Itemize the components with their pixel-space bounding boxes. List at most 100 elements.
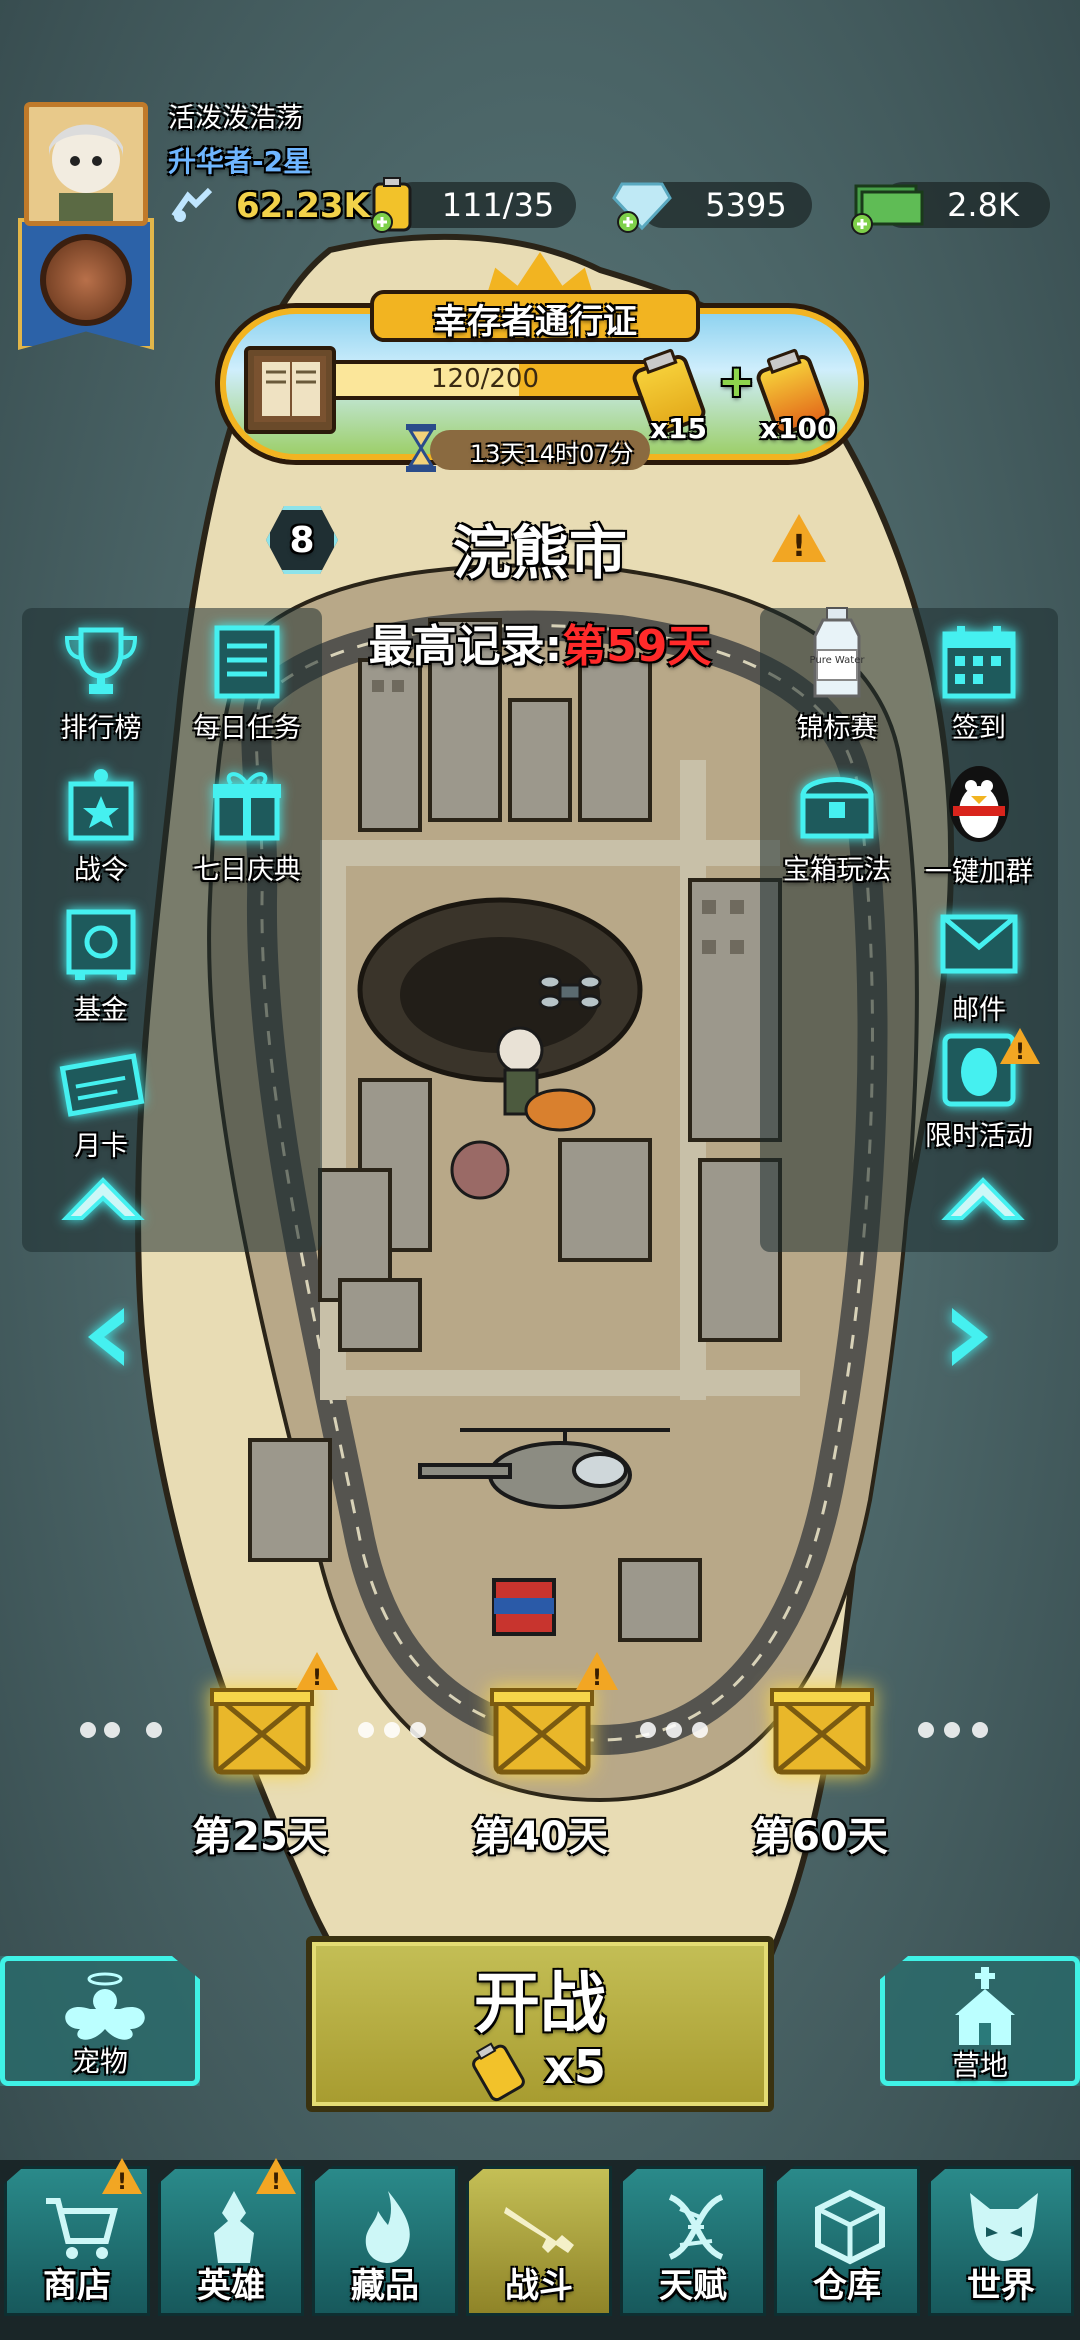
milestone-label: 第25天 [192,1814,328,1860]
feature-label: 签到 [952,713,1006,744]
tab-world[interactable]: 世界 [928,2166,1074,2316]
next-city-arrow[interactable] [946,1302,998,1372]
plus-icon: + [718,356,755,407]
penguin-icon [931,756,1027,846]
progress-dot [944,1722,960,1738]
feature-fund[interactable]: 基金 [26,904,176,1027]
milestone-crate-icon[interactable] [490,1682,594,1778]
energy-value: 111/35 [441,186,555,224]
pass-timer: 13天14时07分 [470,440,634,468]
book-icon [244,346,336,434]
progress-dot [918,1722,934,1738]
tab-label: 战斗 [505,2266,573,2306]
reward1-multiplier: x15 [650,412,708,445]
tab-label: 英雄 [197,2266,265,2306]
feature-tournament[interactable]: Pure Water 锦标赛 [762,606,912,745]
pass-progress-text: 120/200 [430,364,539,394]
treasure-chest-icon [789,764,885,844]
record-prefix: 最高记录: [368,621,563,672]
tab-label: 仓库 [813,2266,881,2306]
prev-city-arrow[interactable] [78,1302,130,1372]
feature-label: 锦标赛 [796,713,878,744]
progress-dot [80,1722,96,1738]
feature-label: 每日任务 [193,713,301,744]
demon-icon [970,2193,1038,2261]
hero-icon [214,2191,254,2263]
progress-dot [358,1722,374,1738]
feature-label: 七日庆典 [193,855,301,886]
gift-icon [199,764,295,844]
ticket-icon [53,1040,149,1120]
milestone-crate-icon[interactable] [210,1682,314,1778]
mail-icon [931,904,1027,984]
feature-monthly-card[interactable]: 月卡 [26,1040,176,1163]
feature-label: 排行榜 [60,713,142,744]
progress-dot [692,1722,708,1738]
feature-leaderboard[interactable]: 排行榜 [26,622,176,745]
progress-dot [972,1722,988,1738]
trophy-icon [53,622,149,702]
feature-label: 邮件 [952,995,1006,1026]
cash-icon [848,176,924,240]
task-list-icon [199,622,295,702]
city-name: 浣熊市 [452,519,627,587]
flame-icon [365,2191,410,2263]
feature-label: 限时活动 [925,1121,1033,1152]
feature-seven-day-festival[interactable]: 七日庆典 [172,764,322,887]
tab-label: 世界 [967,2266,1035,2306]
power-value: 62.23K [236,186,370,226]
energy-pill[interactable]: 111/35 [390,182,576,228]
milestone-label: 第60天 [752,1814,888,1860]
tab-collection[interactable]: 藏品 [312,2166,458,2316]
tab-battle[interactable]: 战斗 [466,2166,612,2316]
milestone-label: 第40天 [472,1814,608,1860]
battle-pass-icon [53,764,149,844]
tab-talent[interactable]: 天赋 [620,2166,766,2316]
feature-mail[interactable]: 邮件 [904,904,1054,1027]
feature-sign-in[interactable]: 签到 [904,622,1054,745]
cart-icon [46,2198,118,2259]
feature-label: 一键加群 [925,857,1033,888]
feature-label: 战令 [74,855,128,886]
hourglass-icon [404,422,438,478]
bottle-label: Pure Water [810,655,866,666]
diamond-value: 5395 [705,186,787,224]
safe-icon [53,904,149,984]
tab-warehouse[interactable]: 仓库 [774,2166,920,2316]
player-name: 活泼泼浩荡 [168,103,303,134]
church-icon [955,1967,1015,2045]
cash-value: 2.8K [947,186,1019,224]
tab-label: 藏品 [351,2266,419,2306]
feature-limited-event[interactable]: 限时活动 [904,1030,1054,1153]
tab-label: 天赋 [659,2266,727,2306]
start-battle-cost: x5 [544,2040,606,2094]
feature-daily-tasks[interactable]: 每日任务 [172,622,322,745]
diamond-icon [612,178,672,238]
progress-dot [640,1722,656,1738]
dna-icon [668,2194,724,2260]
camp-label: 营地 [951,2049,1008,2082]
milestone-crate-icon[interactable] [770,1682,874,1778]
player-rank: 升华者-2星 [168,145,312,178]
feature-join-group[interactable]: 一键加群 [904,756,1054,889]
feature-battle-pass[interactable]: 战令 [26,764,176,887]
feature-chest-mode[interactable]: 宝箱玩法 [762,764,912,887]
avatar[interactable] [24,102,148,226]
rifle-icon [504,2207,574,2253]
pass-title: 幸存者通行证 [433,302,637,342]
tab-label: 商店 [43,2266,111,2306]
power-icon [170,186,214,230]
collapse-right-button[interactable] [938,1162,1028,1232]
record-value: 第59天 [562,621,712,672]
reward2-multiplier: x100 [760,412,837,445]
progress-dot [666,1722,682,1738]
feature-label: 基金 [74,995,128,1026]
crate-icon [815,2189,885,2265]
progress-dot [384,1722,400,1738]
water-bottle-icon: Pure Water [789,606,885,702]
calendar-icon [931,622,1027,702]
collapse-left-button[interactable] [58,1162,148,1232]
pet-label: 宠物 [71,2045,128,2078]
feature-label: 宝箱玩法 [783,855,891,886]
progress-dot [410,1722,426,1738]
